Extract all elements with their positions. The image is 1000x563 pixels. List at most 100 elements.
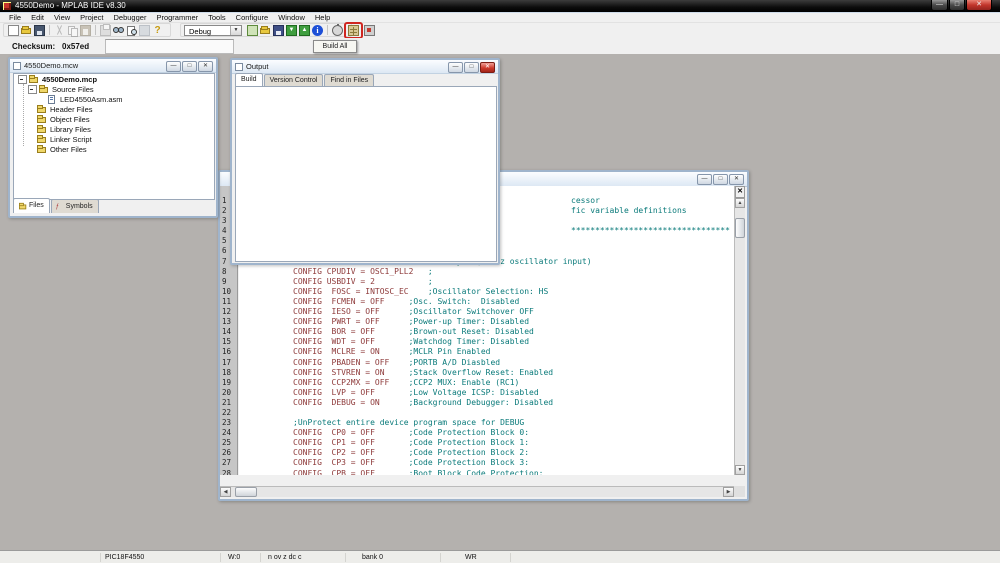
tab-label: Files <box>29 202 44 209</box>
save-workspace-icon[interactable] <box>273 24 284 36</box>
editor-horizontal-scrollbar[interactable]: ◀ ▶ <box>220 486 734 497</box>
line-number: 27 <box>222 458 232 468</box>
tree-item-library-files[interactable]: Library Files <box>14 124 214 134</box>
project-close-button[interactable]: ✕ <box>198 61 213 72</box>
titlebar: 4550Demo - MPLAB IDE v8.30 — □ ✕ <box>0 0 1000 13</box>
editor-pane-close-icon[interactable]: ✕ <box>735 186 745 198</box>
save-file-icon[interactable] <box>34 24 45 36</box>
editor-maximize-button[interactable]: □ <box>713 174 728 185</box>
output-close-button[interactable]: ✕ <box>480 62 495 73</box>
read-target-icon[interactable]: ▲ <box>299 24 310 36</box>
tree-item-object-files[interactable]: Object Files <box>14 114 214 124</box>
folder-icon <box>37 124 47 134</box>
build-options-icon[interactable] <box>364 24 375 36</box>
tab-label: Symbols <box>65 202 93 210</box>
program-target-icon[interactable]: ▼ <box>286 24 297 36</box>
output-tab-build[interactable]: Build <box>235 73 263 86</box>
project-maximize-button[interactable]: □ <box>182 61 197 72</box>
output-titlebar[interactable]: Output — □ ✕ <box>232 60 498 74</box>
build-all-icon[interactable] <box>348 24 359 36</box>
new-file-icon[interactable] <box>8 24 19 36</box>
menu-debugger[interactable]: Debugger <box>109 13 152 23</box>
debug-mode-select[interactable]: Debug ▼ <box>184 24 242 36</box>
file-icon <box>47 94 57 104</box>
tree-connector <box>23 84 24 146</box>
tree-item-source-files[interactable]: Source Files <box>14 84 214 94</box>
maximize-button[interactable]: □ <box>949 0 965 11</box>
minimize-button[interactable]: — <box>931 0 948 11</box>
tree-item-header-files[interactable]: Header Files <box>14 104 214 114</box>
mdi-area: — □ ✕ 1 2 3 4 5 6 7 8 9 10 11 12 13 14 15 16 17 18 19 20 21 2… <box>0 54 1000 550</box>
code-line: CONFIG CP2 = OFF ;Code Protection Block … <box>293 448 530 458</box>
debug-toolbar: Debug ▼ ▼ ▲ i <box>180 21 375 39</box>
paste-icon[interactable] <box>80 24 91 36</box>
chevron-down-icon[interactable]: ▼ <box>230 25 241 35</box>
code-line: CONFIG CP0 = OFF ;Code Protection Block … <box>293 428 530 438</box>
scroll-right-icon[interactable]: ▶ <box>723 487 734 497</box>
open-file-icon[interactable] <box>260 25 271 36</box>
tree-expander-icon[interactable] <box>18 74 27 84</box>
vertical-scroll-thumb[interactable] <box>735 218 745 238</box>
menu-programmer[interactable]: Programmer <box>151 13 203 23</box>
menu-project[interactable]: Project <box>75 13 108 23</box>
find-in-files-icon[interactable] <box>126 25 137 36</box>
tree-item-label: Source Files <box>52 84 94 94</box>
menu-configure[interactable]: Configure <box>231 13 274 23</box>
horizontal-scroll-thumb[interactable] <box>235 487 257 497</box>
stopwatch-icon[interactable] <box>332 23 343 36</box>
tree-item-4550demo-mcp[interactable]: 4550Demo.mcp <box>14 74 214 84</box>
editor-vertical-scrollbar[interactable]: ✕ ▲ ▼ <box>734 186 745 475</box>
tab-files[interactable]: Files <box>13 198 50 213</box>
scroll-up-icon[interactable]: ▲ <box>735 198 745 208</box>
new-project-icon[interactable] <box>247 24 258 36</box>
tree-expander-icon[interactable] <box>28 84 37 94</box>
menu-help[interactable]: Help <box>310 13 335 23</box>
device-info-icon[interactable]: i <box>312 24 323 36</box>
line-number: 12 <box>222 307 232 317</box>
folder-icon <box>37 114 47 124</box>
line-number: 17 <box>222 357 232 367</box>
folder-icon <box>37 134 47 144</box>
toolbar: ? Debug ▼ ▼ ▲ i <box>0 21 1000 39</box>
scroll-down-icon[interactable]: ▼ <box>735 465 745 475</box>
line-number: 19 <box>222 377 232 387</box>
menu-window[interactable]: Window <box>273 13 310 23</box>
output-tab-find-in-files[interactable]: Find in Files <box>324 74 375 86</box>
scroll-left-icon[interactable]: ◀ <box>220 487 231 497</box>
help-icon[interactable]: ? <box>152 25 163 36</box>
project-titlebar[interactable]: 4550Demo.mcw — □ ✕ <box>10 59 216 73</box>
tree-item-other-files[interactable]: Other Files <box>14 144 214 154</box>
code-line: ;UnProtect entire device program space f… <box>293 418 525 428</box>
output-tab-version-control[interactable]: Version Control <box>263 74 324 86</box>
menu-edit[interactable]: Edit <box>26 13 49 23</box>
folder-icon <box>29 74 39 84</box>
project-window-title: 4550Demo.mcw <box>24 61 79 70</box>
project-minimize-button[interactable]: — <box>166 61 181 72</box>
tree-item-linker-script[interactable]: Linker Script <box>14 134 214 144</box>
checksum-value: 0x57ed <box>62 42 90 51</box>
code-fragment: cessor <box>571 196 600 205</box>
output-maximize-button[interactable]: □ <box>464 62 479 73</box>
build-output-area[interactable] <box>235 86 497 262</box>
open-file-icon[interactable] <box>21 25 32 36</box>
mplab-ide-window: 4550Demo - MPLAB IDE v8.30 — □ ✕ File Edi… <box>0 0 1000 563</box>
close-button[interactable]: ✕ <box>966 0 992 11</box>
tree-item-led4550asm-asm[interactable]: LED4550Asm.asm <box>14 94 214 104</box>
editor-close-button[interactable]: ✕ <box>729 174 744 185</box>
line-number: 21 <box>222 397 232 407</box>
menu-view[interactable]: View <box>49 13 75 23</box>
tree-item-label: 4550Demo.mcp <box>42 74 98 84</box>
cut-icon[interactable] <box>54 25 65 36</box>
menu-tools[interactable]: Tools <box>203 13 231 23</box>
menu-file[interactable]: File <box>4 13 26 23</box>
tree-item-label: Object Files <box>50 114 90 124</box>
print-icon[interactable] <box>100 23 111 36</box>
bookmark-icon[interactable] <box>139 24 150 36</box>
copy-icon[interactable] <box>67 25 78 37</box>
find-icon[interactable] <box>113 25 124 36</box>
tab-symbols[interactable]: ƒ Symbols <box>50 199 99 213</box>
menubar: File Edit View Project Debugger Programmer Too… <box>0 13 1000 23</box>
build-all-highlight <box>344 21 363 39</box>
output-minimize-button[interactable]: — <box>448 62 463 73</box>
editor-minimize-button[interactable]: — <box>697 174 712 185</box>
